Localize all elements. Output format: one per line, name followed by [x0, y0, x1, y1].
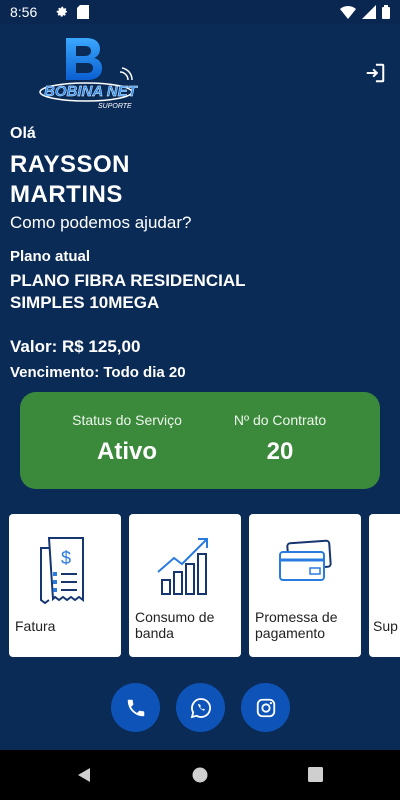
- phone-button[interactable]: [111, 683, 160, 732]
- sd-card-icon: [77, 5, 90, 19]
- invoice-card[interactable]: $ Fatura: [9, 514, 121, 657]
- recent-apps-icon[interactable]: [308, 767, 323, 782]
- contract-number-label: Nº do Contrato: [233, 412, 327, 428]
- logout-icon[interactable]: [364, 62, 386, 84]
- support-card-label: Sup: [373, 618, 398, 634]
- bobina-net-logo: BOBINA NET SUPORTE: [39, 38, 138, 110]
- plan-due-date: Vencimento: Todo dia 20: [10, 364, 186, 381]
- svg-text:BOBINA NET: BOBINA NET: [44, 83, 138, 100]
- bandwidth-usage-card-label: Consumo de banda: [135, 609, 215, 641]
- service-status-label: Status do Serviço: [72, 412, 182, 428]
- action-cards: $ Fatura Consumo de banda Promessa de pa…: [0, 514, 400, 657]
- bandwidth-usage-card[interactable]: Consumo de banda: [129, 514, 241, 657]
- whatsapp-icon: [190, 697, 211, 718]
- help-text: Como podemos ajudar?: [10, 213, 192, 232]
- clock: 8:56: [10, 4, 38, 20]
- gear-icon: [57, 6, 68, 17]
- user-name: RAYSSON MARTINS: [10, 151, 130, 208]
- service-status-card: Status do Serviço Ativo Nº do Contrato 2…: [20, 392, 380, 489]
- plan-value: Valor: R$ 125,00: [10, 337, 141, 356]
- signal-icon: [362, 5, 376, 19]
- growth-chart-icon: [157, 538, 208, 595]
- contract-number-value: 20: [266, 438, 294, 465]
- invoice-icon: $: [40, 537, 84, 605]
- battery-icon: [382, 5, 390, 19]
- system-navigation-bar: [0, 750, 400, 800]
- svg-text:SUPORTE: SUPORTE: [98, 103, 132, 110]
- back-icon[interactable]: [76, 767, 92, 783]
- wifi-icon: [340, 6, 356, 19]
- payment-promise-card[interactable]: Promessa de pagamento: [249, 514, 361, 657]
- support-card[interactable]: Sup: [369, 514, 400, 657]
- service-status-value: Ativo: [97, 438, 157, 465]
- plan-label: Plano atual: [10, 248, 91, 265]
- instagram-icon: [256, 698, 275, 717]
- whatsapp-button[interactable]: [176, 683, 225, 732]
- contract-number: Nº do Contrato 20: [200, 412, 360, 466]
- credit-cards-icon: [279, 539, 332, 581]
- phone-icon: [127, 699, 144, 716]
- instagram-button[interactable]: [241, 683, 290, 732]
- invoice-card-label: Fatura: [15, 618, 56, 634]
- svg-text:$: $: [61, 548, 71, 568]
- service-status: Status do Serviço Ativo: [47, 412, 207, 466]
- home-icon[interactable]: [192, 767, 208, 783]
- plan-name: PLANO FIBRA RESIDENCIAL SIMPLES 10MEGA: [10, 271, 246, 312]
- payment-promise-card-label: Promessa de pagamento: [255, 609, 338, 641]
- status-bar: 8:56: [0, 0, 400, 24]
- greeting: Olá: [10, 125, 36, 142]
